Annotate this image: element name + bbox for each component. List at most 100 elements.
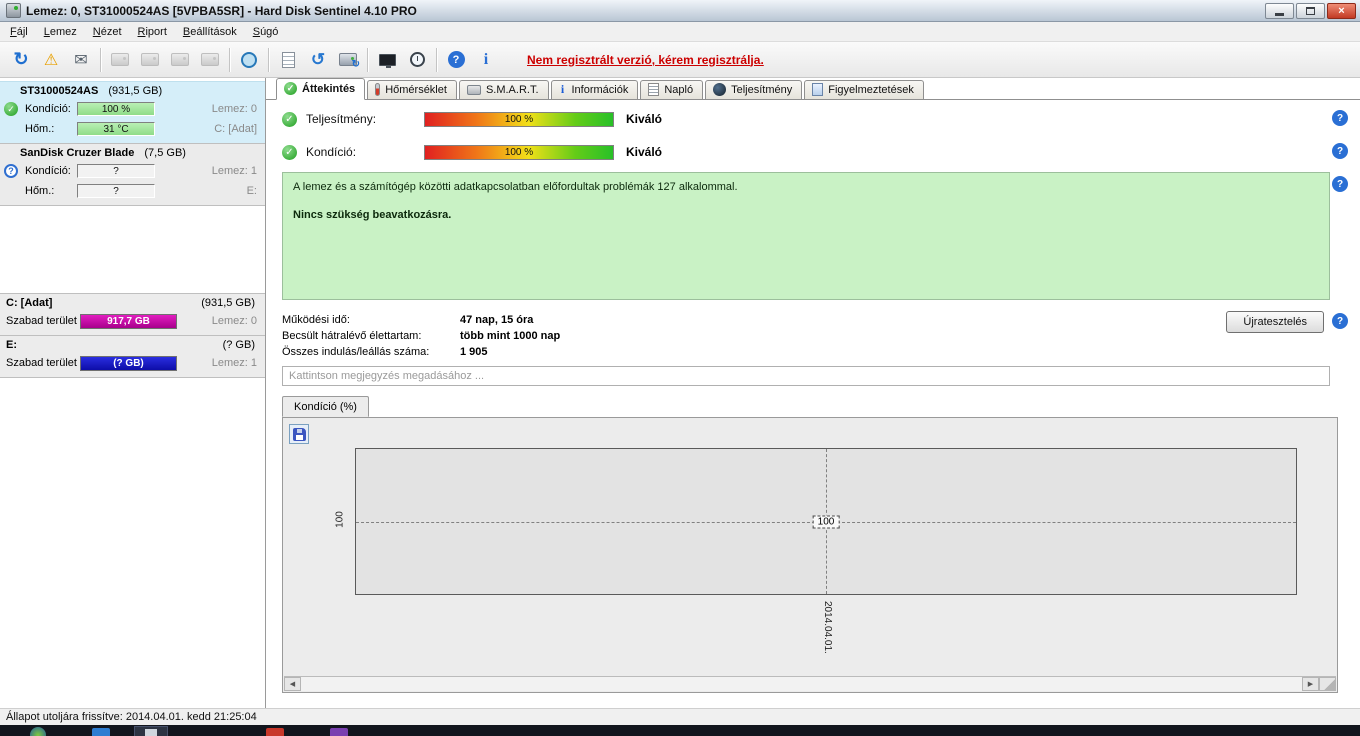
alert-page-icon <box>812 83 824 96</box>
network-button[interactable] <box>234 46 264 74</box>
help-message-icon[interactable]: ? <box>1332 176 1348 192</box>
menu-riport[interactable]: Riport <box>130 24 175 40</box>
report-button[interactable] <box>273 46 303 74</box>
tab-homerseklet[interactable]: Hőmérséklet <box>367 80 457 99</box>
scroll-right-button[interactable]: ▶ <box>1302 677 1319 691</box>
tab-teljesitmeny[interactable]: Teljesítmény <box>705 80 803 99</box>
sidebar: ST31000524AS (931,5 GB) ✓ Kondíció: 100 … <box>0 78 266 708</box>
tab-informaciok[interactable]: i Információk <box>550 80 639 99</box>
performance-row: ✓ Teljesítmény: 100 % Kiváló <box>282 110 662 128</box>
help-button[interactable]: ? <box>441 46 471 74</box>
minimize-button[interactable] <box>1265 2 1294 19</box>
start-orb-icon[interactable] <box>30 727 46 736</box>
menu-nezet[interactable]: Nézet <box>85 24 130 40</box>
lifetime-row: Becsült hátralévő élettartam: több mint … <box>282 328 560 344</box>
disk-name: SanDisk Cruzer Blade <box>20 147 135 159</box>
close-button[interactable]: × <box>1327 2 1356 19</box>
sync-button[interactable]: ↺ <box>303 46 333 74</box>
status-text: Állapot utoljára frissítve: 2014.04.01. … <box>6 711 257 723</box>
chart-point-label: 100 <box>812 515 840 528</box>
tab-label: Információk <box>571 83 629 96</box>
toolbar-separator <box>100 47 101 72</box>
stat-value: 47 nap, 15 óra <box>460 314 534 326</box>
taskbar-icon-purple-app[interactable] <box>330 728 348 736</box>
maximize-icon <box>1306 6 1315 15</box>
clock-button[interactable] <box>402 46 432 74</box>
condition-label: Kondíció: <box>25 103 71 115</box>
help-performance-icon[interactable]: ? <box>1332 110 1348 126</box>
retest-button[interactable]: Újratesztelés <box>1226 311 1324 333</box>
taskbar-icon-browser[interactable] <box>92 728 110 736</box>
overview-content: ✓ Teljesítmény: 100 % Kiváló ✓ Kondíció:… <box>266 100 1360 708</box>
disk-test-button-1[interactable] <box>105 46 135 74</box>
toolbar-separator <box>367 47 368 72</box>
chart-resize-grip[interactable] <box>1319 677 1336 691</box>
disk-icon <box>141 53 159 66</box>
log-page-icon <box>648 83 660 96</box>
performance-ok-icon: ✓ <box>282 111 297 127</box>
condition-label: Kondíció: <box>25 165 71 177</box>
disk-test-button-2[interactable] <box>135 46 165 74</box>
menubar: Fájl Lemez Nézet Riport Beállítások Súgó <box>0 22 1360 42</box>
tab-attekintes[interactable]: ✓ Áttekintés <box>276 78 366 100</box>
send-mail-button[interactable]: ✉ <box>66 46 96 74</box>
chart-save-button[interactable] <box>289 424 309 444</box>
performance-meter: 100 % <box>424 111 614 127</box>
partition-header: E: (? GB) <box>0 336 265 353</box>
info-button[interactable]: i <box>471 46 501 74</box>
menu-beallitasok[interactable]: Beállítások <box>175 24 245 40</box>
temp-bar: ? <box>77 184 155 198</box>
disk-sync-button[interactable]: ↻ <box>333 46 363 74</box>
disk-temp-row: Hőm.: 31 °C C: [Adat] <box>0 119 265 139</box>
menu-lemez[interactable]: Lemez <box>36 24 85 40</box>
check-icon: ✓ <box>284 82 297 95</box>
free-space-label: Szabad terület <box>6 357 77 369</box>
taskbar <box>0 725 1360 736</box>
chart-tab-kondicio[interactable]: Kondíció (%) <box>282 396 369 417</box>
temp-bar: 31 °C <box>77 122 155 136</box>
tab-label: Áttekintés <box>302 82 356 95</box>
tab-naplo[interactable]: Napló <box>640 80 704 99</box>
refresh-button[interactable]: ↻ <box>6 46 36 74</box>
disk-number-label: Lemez: 1 <box>211 165 257 177</box>
free-space-label: Szabad terület <box>6 315 77 327</box>
taskbar-icon-red-app[interactable] <box>266 728 284 736</box>
menu-sugo[interactable]: Súgó <box>245 24 287 40</box>
tab-label: Napló <box>664 83 694 96</box>
stat-value: több mint 1000 nap <box>460 330 561 342</box>
power-on-time-row: Működési idő: 47 nap, 15 óra <box>282 312 560 328</box>
monitor-button[interactable] <box>372 46 402 74</box>
help-condition-icon[interactable]: ? <box>1332 143 1348 159</box>
stat-label: Működési idő: <box>282 314 350 326</box>
sync-icon: ↺ <box>310 49 326 69</box>
main-area: ✓ Áttekintés Hőmérséklet S.M.A.R.T. i In… <box>266 78 1360 708</box>
taskbar-icon-active-app[interactable] <box>134 726 168 736</box>
warning-report-button[interactable]: ⚠ <box>36 46 66 74</box>
performance-rating: Kiváló <box>626 112 663 126</box>
partition-panel-e[interactable]: E: (? GB) Szabad terület (? GB) Lemez: 1 <box>0 336 265 378</box>
toolbar-separator <box>229 47 230 72</box>
comment-input[interactable] <box>282 366 1330 386</box>
condition-bar: ? <box>77 164 155 178</box>
scroll-left-button[interactable]: ◀ <box>284 677 301 691</box>
disk-size: (7,5 GB) <box>144 147 186 159</box>
register-notice-link[interactable]: Nem regisztrált verzió, kérem regisztrál… <box>527 53 764 67</box>
disk-panel-st31000524as[interactable]: ST31000524AS (931,5 GB) ✓ Kondíció: 100 … <box>0 81 265 144</box>
partition-panel-c[interactable]: C: [Adat] (931,5 GB) Szabad terület 917,… <box>0 293 265 336</box>
chart-plot-area: 100 <box>355 448 1297 595</box>
scrollbar-track[interactable] <box>301 677 1302 691</box>
disk-search-button[interactable] <box>195 46 225 74</box>
help-retest-icon[interactable]: ? <box>1332 313 1348 329</box>
performance-value: 100 % <box>504 113 534 125</box>
tab-smart[interactable]: S.M.A.R.T. <box>458 80 549 99</box>
disk-panel-sandisk[interactable]: SanDisk Cruzer Blade (7,5 GB) ? Kondíció… <box>0 144 265 206</box>
disk-test-button-3[interactable] <box>165 46 195 74</box>
disk-number-label: Lemez: 0 <box>211 103 257 115</box>
disk-temp-row: Hőm.: ? E: <box>0 181 265 201</box>
gauge-icon <box>713 83 727 96</box>
toolbar: ↻ ⚠ ✉ ↺ ↻ ? i Nem regisztrált verzió, ké… <box>0 42 1360 78</box>
maximize-button[interactable] <box>1296 2 1325 19</box>
tab-figyelmeztetesek[interactable]: Figyelmeztetések <box>804 80 924 99</box>
disk-unknown-icon: ? <box>4 164 18 178</box>
menu-fajl[interactable]: Fájl <box>2 24 36 40</box>
